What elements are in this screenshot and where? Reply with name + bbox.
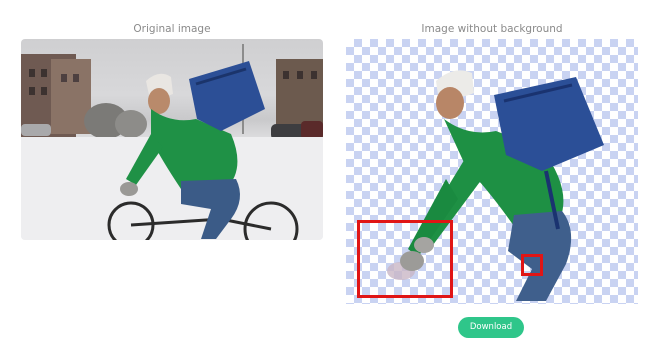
original-image <box>21 39 323 240</box>
result-image-caption: Image without background <box>421 23 563 35</box>
highlight-box-detail <box>521 254 543 276</box>
highlight-box-hand <box>357 220 453 298</box>
download-button[interactable]: Download <box>458 317 524 338</box>
original-image-caption: Original image <box>133 23 211 35</box>
